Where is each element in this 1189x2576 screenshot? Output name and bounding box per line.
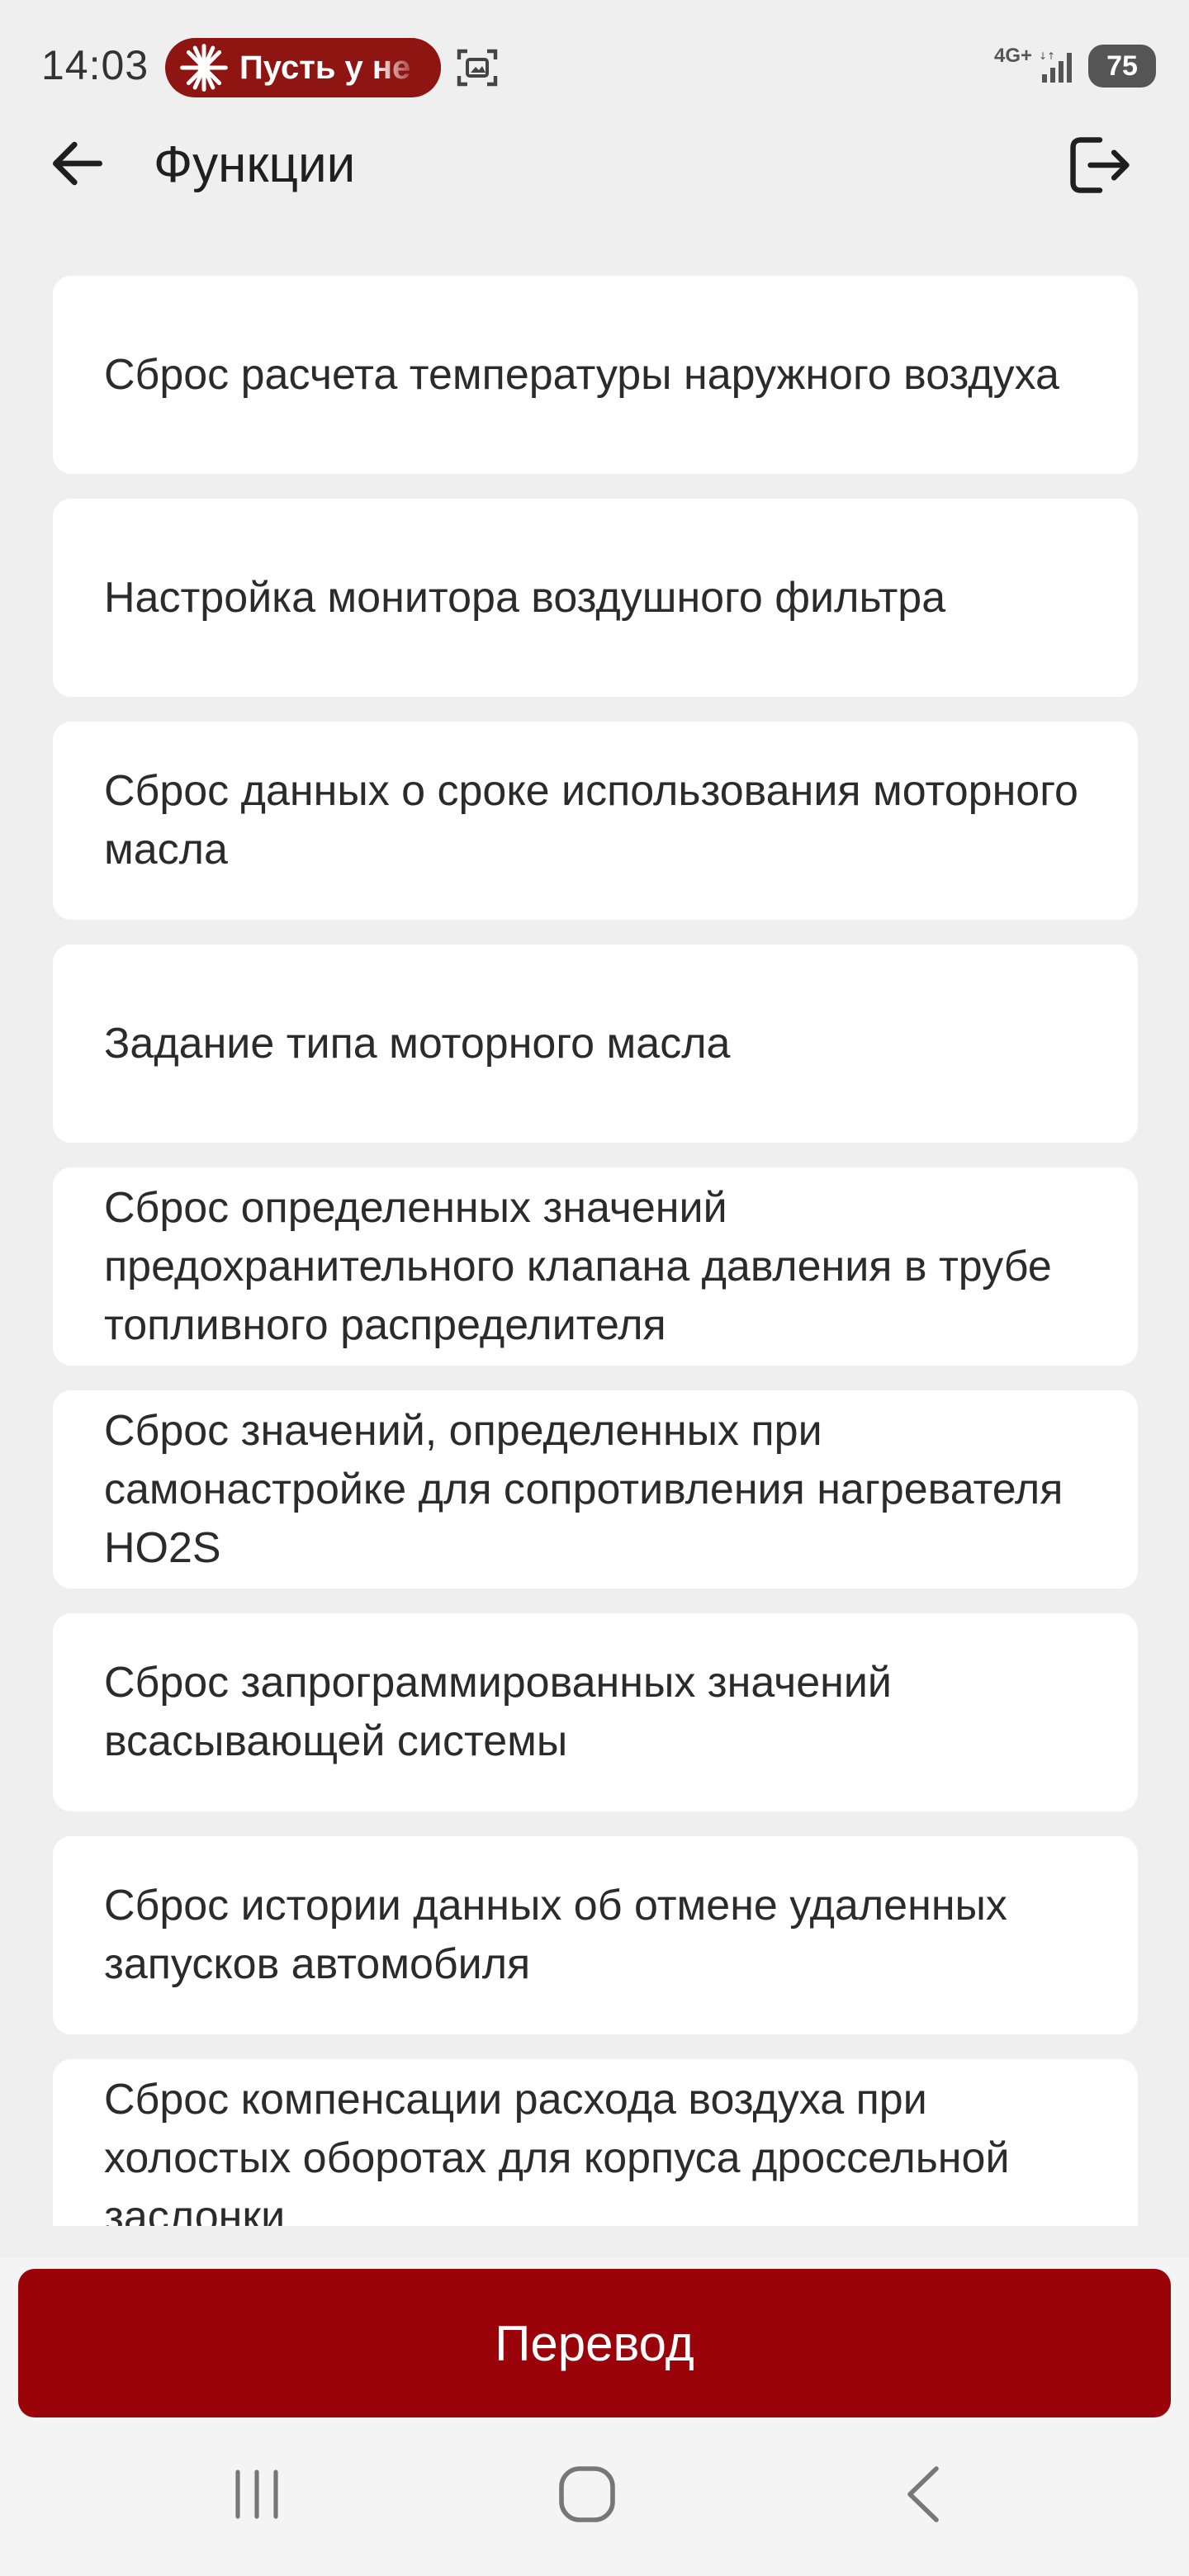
svg-text:↓↑: ↓↑: [1039, 50, 1055, 62]
function-item[interactable]: Сброс значений, определенных при самонас…: [53, 1390, 1138, 1589]
system-nav-bar: [0, 2422, 1189, 2576]
function-label: Сброс данных о сроке использования мотор…: [104, 767, 1078, 874]
translate-button[interactable]: Перевод: [18, 2269, 1171, 2417]
notification-pill[interactable]: Пусть у не: [165, 38, 441, 97]
function-label: Сброс расчета температуры наружного возд…: [104, 350, 1059, 399]
home-icon[interactable]: [557, 2464, 618, 2525]
function-label: Сброс истории данных об отмене удаленных…: [104, 1882, 1007, 1988]
app-bar: Функции: [0, 124, 1189, 206]
page-title: Функции: [154, 136, 356, 193]
network-type: 4G+: [994, 45, 1033, 67]
functions-list[interactable]: Сброс расчета температуры наружного возд…: [53, 276, 1138, 2226]
function-label: Сброс значений, определенных при самонас…: [104, 1407, 1063, 1572]
function-item[interactable]: Настройка монитора воздушного фильтра: [53, 499, 1138, 697]
logout-icon[interactable]: [1065, 130, 1135, 200]
pill-fade: [375, 38, 441, 97]
function-label: Сброс определенных значений предохраните…: [104, 1184, 1052, 1349]
function-item[interactable]: Сброс определенных значений предохраните…: [53, 1167, 1138, 1366]
function-item[interactable]: Сброс компенсации расхода воздуха при хо…: [53, 2059, 1138, 2226]
recents-icon[interactable]: [228, 2465, 286, 2523]
function-item[interactable]: Сброс запрограммированных значений всасы…: [53, 1613, 1138, 1811]
nav-back-icon[interactable]: [900, 2462, 946, 2526]
function-item[interactable]: Сброс расчета температуры наружного возд…: [53, 276, 1138, 474]
function-item[interactable]: Сброс данных о сроке использования мотор…: [53, 722, 1138, 920]
bottom-action-area: Перевод: [0, 2257, 1189, 2422]
signal-icon: ↓↑: [1039, 50, 1072, 83]
battery-level: 75: [1088, 45, 1156, 88]
function-item[interactable]: Сброс истории данных об отмене удаленных…: [53, 1836, 1138, 2034]
function-label: Настройка монитора воздушного фильтра: [104, 573, 946, 622]
function-label: Сброс запрограммированных значений всасы…: [104, 1659, 892, 1765]
function-label: Задание типа моторного масла: [104, 1019, 731, 1068]
function-label: Сброс компенсации расхода воздуха при хо…: [104, 2076, 1010, 2226]
function-item[interactable]: Задание типа моторного масла: [53, 945, 1138, 1143]
status-time: 14:03: [41, 42, 149, 88]
back-arrow-icon[interactable]: [46, 132, 109, 195]
status-bar: 14:03 Пусть у не 4G+ ↓↑ 75: [0, 0, 1189, 132]
screenshot-icon: [457, 49, 498, 87]
sparkle-icon: [180, 44, 228, 92]
